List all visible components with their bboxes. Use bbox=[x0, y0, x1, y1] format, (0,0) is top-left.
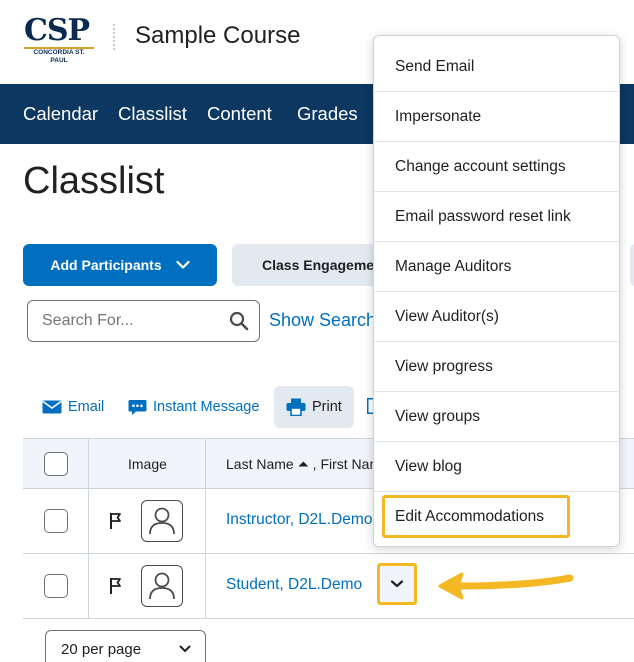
email-button[interactable]: Email bbox=[42, 386, 104, 428]
menu-item-view-blog[interactable]: View blog bbox=[374, 442, 619, 492]
row-checkbox[interactable] bbox=[44, 574, 68, 598]
chat-icon bbox=[128, 399, 147, 415]
row-checkbox[interactable] bbox=[44, 509, 68, 533]
logo-subtext: CONCORDIA ST. PAUL bbox=[24, 47, 94, 65]
nav-item-content[interactable]: Content bbox=[207, 103, 272, 125]
more-button-partial[interactable] bbox=[630, 244, 634, 286]
print-button[interactable]: Print bbox=[274, 386, 354, 428]
class-engagement-label: Class Engagement bbox=[262, 257, 388, 273]
chevron-down-icon bbox=[176, 260, 190, 269]
menu-item-impersonate[interactable]: Impersonate bbox=[374, 92, 619, 142]
select-all-checkbox[interactable] bbox=[44, 452, 68, 476]
avatar bbox=[141, 565, 183, 607]
chevron-down-icon bbox=[390, 580, 404, 588]
user-avatar-icon bbox=[149, 507, 175, 535]
instant-message-button[interactable]: Instant Message bbox=[128, 386, 259, 428]
name-column-header[interactable]: Last Name ⏶ , First Name bbox=[226, 456, 389, 473]
flag-icon[interactable] bbox=[109, 512, 125, 530]
menu-item-manage-auditors[interactable]: Manage Auditors bbox=[374, 242, 619, 292]
chevron-down-icon bbox=[179, 645, 191, 652]
menu-item-send-email[interactable]: Send Email bbox=[374, 42, 619, 92]
edit-accommodations-highlight bbox=[382, 495, 570, 538]
print-label: Print bbox=[312, 399, 342, 415]
nav-item-grades[interactable]: Grades bbox=[297, 103, 358, 125]
search-icon[interactable] bbox=[229, 311, 249, 331]
row-context-menu: Send Email Impersonate Change account se… bbox=[373, 35, 620, 547]
arrow-pointer-icon bbox=[438, 572, 574, 600]
header-divider bbox=[113, 24, 115, 50]
image-column-header: Image bbox=[128, 456, 167, 472]
class-engagement-button[interactable]: Class Engagement bbox=[232, 244, 392, 286]
column-divider bbox=[88, 439, 89, 619]
add-participants-button[interactable]: Add Participants bbox=[23, 244, 217, 286]
search-input[interactable] bbox=[42, 312, 222, 330]
email-icon bbox=[42, 400, 62, 414]
row-context-menu-button[interactable] bbox=[377, 563, 417, 605]
flag-icon[interactable] bbox=[109, 577, 125, 595]
email-label: Email bbox=[68, 399, 105, 415]
participant-name-link[interactable]: Student, D2L.Demo bbox=[226, 576, 362, 594]
menu-item-change-account-settings[interactable]: Change account settings bbox=[374, 142, 619, 192]
search-box bbox=[27, 300, 260, 342]
page-title: Classlist bbox=[23, 160, 165, 202]
instant-message-label: Instant Message bbox=[153, 399, 260, 415]
per-page-value: 20 per page bbox=[61, 641, 142, 658]
column-divider bbox=[205, 439, 206, 619]
logo[interactable]: CSP CONCORDIA ST. PAUL bbox=[24, 13, 94, 64]
participant-name-link[interactable]: Instructor, D2L.Demo bbox=[226, 511, 372, 529]
logo-text: CSP bbox=[24, 13, 90, 48]
printer-icon bbox=[286, 398, 306, 416]
avatar bbox=[141, 500, 183, 542]
show-search-link[interactable]: Show Search bbox=[269, 310, 376, 331]
nav-item-calendar[interactable]: Calendar bbox=[23, 103, 98, 125]
menu-item-view-auditors[interactable]: View Auditor(s) bbox=[374, 292, 619, 342]
user-avatar-icon bbox=[149, 572, 175, 600]
per-page-select[interactable]: 20 per page bbox=[45, 630, 206, 662]
menu-item-view-progress[interactable]: View progress bbox=[374, 342, 619, 392]
course-title[interactable]: Sample Course bbox=[135, 22, 300, 50]
menu-item-view-groups[interactable]: View groups bbox=[374, 392, 619, 442]
nav-item-classlist[interactable]: Classlist bbox=[118, 103, 187, 125]
menu-item-email-password-reset[interactable]: Email password reset link bbox=[374, 192, 619, 242]
add-participants-label: Add Participants bbox=[50, 257, 162, 273]
